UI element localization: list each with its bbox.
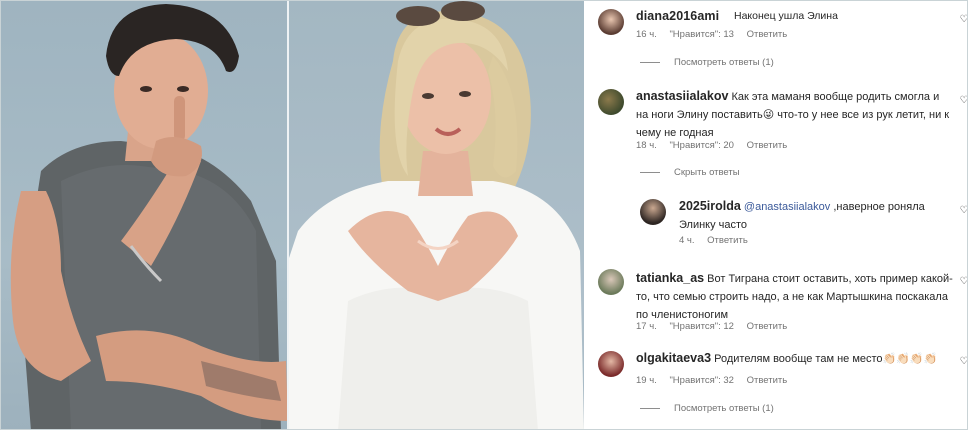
avatar-anastasiialakov[interactable] <box>598 89 624 115</box>
comment-body: tatianka_as Вот Тиграна стоит оставить, … <box>636 269 954 324</box>
comment-username[interactable]: olgakitaeva3 <box>636 351 711 365</box>
view-replies-label: Посмотреть ответы (1) <box>674 403 774 414</box>
replies-line <box>640 62 660 63</box>
comment-time: 19 ч. <box>636 375 657 386</box>
reply-time: 4 ч. <box>679 235 695 246</box>
reply-username[interactable]: 2025irolda <box>679 199 741 213</box>
replies-line <box>640 408 660 409</box>
comment-meta: 19 ч. "Нравится": 32 Ответить <box>636 375 797 386</box>
comment-meta: 17 ч. "Нравится": 12 Ответить <box>636 321 797 332</box>
view-replies-label: Посмотреть ответы (1) <box>674 57 774 68</box>
comment-text: Родителям вообще там не место👏🏻👏🏻👏🏻👏🏻 <box>714 353 938 365</box>
avatar-tatianka_as[interactable] <box>598 269 624 295</box>
photo-young-man <box>1 1 288 429</box>
comment-likes[interactable]: "Нравится": 13 <box>669 29 734 40</box>
comment-meta: 18 ч. "Нравится": 20 Ответить <box>636 140 797 151</box>
comment-likes[interactable]: "Нравится": 20 <box>669 140 734 151</box>
comments-panel: diana2016ami Наконец ушла Элина 16 ч. "Н… <box>584 1 967 429</box>
comment-body: olgakitaeva3 Родителям вообще там не мес… <box>636 349 954 368</box>
reply-body: 2025irolda @anastasiialakov ,наверное ро… <box>679 197 954 234</box>
like-heart-icon[interactable]: ♡ <box>959 15 967 25</box>
photo-divider <box>287 1 289 429</box>
reply-button[interactable]: Ответить <box>747 321 788 332</box>
avatar-olgakitaeva3[interactable] <box>598 351 624 377</box>
like-heart-icon[interactable]: ♡ <box>959 277 967 287</box>
avatar-2025irolda[interactable] <box>640 199 666 225</box>
reply-meta: 4 ч. Ответить <box>679 235 758 246</box>
comment-text: Наконец ушла Элина <box>734 10 838 22</box>
comment-username[interactable]: tatianka_as <box>636 271 704 285</box>
like-heart-icon[interactable]: ♡ <box>959 206 967 216</box>
reply-button[interactable]: Ответить <box>707 235 748 246</box>
comment-time: 17 ч. <box>636 321 657 332</box>
hide-replies-button[interactable]: Скрыть ответы <box>640 167 740 178</box>
comment-username[interactable]: diana2016ami <box>636 9 719 23</box>
screenshot-frame: diana2016ami Наконец ушла Элина 16 ч. "Н… <box>0 0 968 430</box>
replies-line <box>640 172 660 173</box>
comment-time: 16 ч. <box>636 29 657 40</box>
avatar-diana2016ami[interactable] <box>598 9 624 35</box>
comment-likes[interactable]: "Нравится": 32 <box>669 375 734 386</box>
comment-likes[interactable]: "Нравится": 12 <box>669 321 734 332</box>
view-replies-button[interactable]: Посмотреть ответы (1) <box>640 403 774 414</box>
like-heart-icon[interactable]: ♡ <box>959 357 967 367</box>
young-man-illustration <box>10 4 288 429</box>
comment-body: anastasiialakov Как эта маманя вообще ро… <box>636 87 954 142</box>
reply-mention-link[interactable]: @anastasiialakov <box>744 201 830 213</box>
comment-meta: 16 ч. "Нравится": 13 Ответить <box>636 29 797 40</box>
comment-time: 18 ч. <box>636 140 657 151</box>
comment-username[interactable]: anastasiialakov <box>636 89 728 103</box>
photo-blonde-woman <box>288 1 584 429</box>
reply-button[interactable]: Ответить <box>747 140 788 151</box>
like-heart-icon[interactable]: ♡ <box>959 96 967 106</box>
hide-replies-label: Скрыть ответы <box>674 167 740 178</box>
reply-button[interactable]: Ответить <box>747 375 788 386</box>
reply-button[interactable]: Ответить <box>747 29 788 40</box>
view-replies-button[interactable]: Посмотреть ответы (1) <box>640 57 774 68</box>
woman-illustration <box>288 1 584 429</box>
